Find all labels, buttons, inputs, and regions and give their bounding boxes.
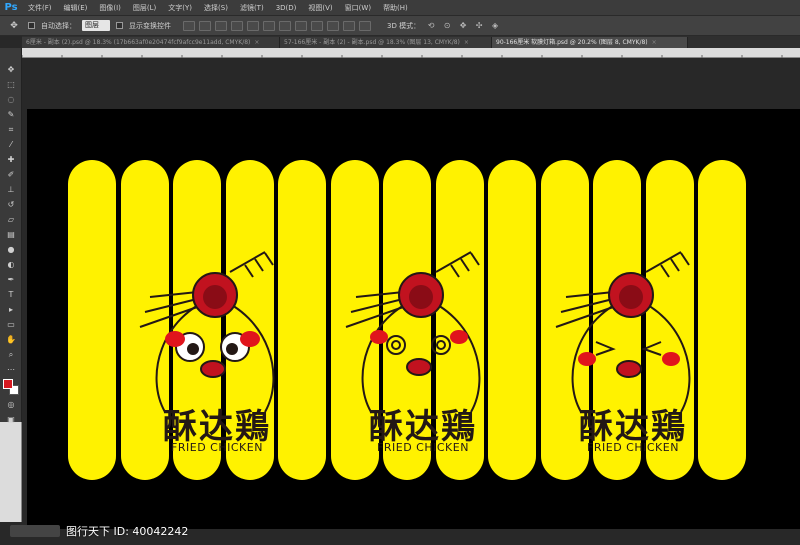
quick-mask-icon[interactable]: ◎ bbox=[0, 397, 22, 412]
watermark-logo bbox=[10, 525, 60, 537]
close-icon[interactable]: × bbox=[464, 37, 469, 48]
history-brush-tool-icon[interactable]: ↺ bbox=[0, 197, 22, 212]
scale-3d-icon[interactable]: ◈ bbox=[490, 21, 500, 31]
auto-select-checkbox[interactable] bbox=[28, 22, 35, 29]
pen-tool-icon[interactable]: ✒ bbox=[0, 272, 22, 287]
shape-tool-icon[interactable]: ▭ bbox=[0, 317, 22, 332]
brush-tool-icon[interactable]: ✐ bbox=[0, 167, 22, 182]
menu-file[interactable]: 文件(F) bbox=[22, 0, 58, 16]
watermark-text: 图行天下 ID: 40042242 bbox=[66, 525, 189, 538]
menu-filter[interactable]: 滤镜(T) bbox=[234, 0, 270, 16]
tab-label: 6厘米 - 副本 (2).psd @ 18.3% (17b663af0e2047… bbox=[26, 39, 251, 46]
document-canvas[interactable]: 酥达鶏 FRIED CHICKEN 酥达鶏 FRIED CHICKEN 酥达鶏 … bbox=[27, 109, 800, 529]
type-tool-icon[interactable]: T bbox=[0, 287, 22, 302]
foreground-color-swatch[interactable] bbox=[3, 379, 13, 389]
brand-subtitle: FRIED CHICKEN bbox=[171, 441, 263, 454]
ruler-horizontal bbox=[21, 48, 800, 63]
tab-document-2[interactable]: 57-166厘米 - 副本 (2) - 副本.psd @ 18.3% (图层 1… bbox=[280, 37, 492, 48]
color-swatches[interactable] bbox=[0, 377, 22, 397]
auto-select-dropdown[interactable]: 图层 bbox=[82, 20, 110, 31]
eraser-tool-icon[interactable]: ▱ bbox=[0, 212, 22, 227]
close-icon[interactable]: × bbox=[254, 37, 259, 48]
blur-tool-icon[interactable]: ● bbox=[0, 242, 22, 257]
chicken-mascot bbox=[555, 251, 691, 413]
path-select-tool-icon[interactable]: ▸ bbox=[0, 302, 22, 317]
marquee-tool-icon[interactable]: ⬚ bbox=[0, 77, 22, 92]
healing-tool-icon[interactable]: ✚ bbox=[0, 152, 22, 167]
hand-tool-icon[interactable]: ✋ bbox=[0, 332, 22, 347]
tab-document-3[interactable]: 90-166厘米 软膜灯箱.psd @ 20.2% (图层 8, CMYK/8)… bbox=[492, 37, 688, 48]
distribute-left-button[interactable] bbox=[327, 20, 339, 31]
menu-help[interactable]: 帮助(H) bbox=[377, 0, 414, 16]
close-icon[interactable]: × bbox=[652, 37, 657, 48]
chicken-mascot bbox=[139, 251, 275, 413]
distribute-hcenter-button[interactable] bbox=[343, 20, 355, 31]
tab-document-1[interactable]: 6厘米 - 副本 (2).psd @ 18.3% (17b663af0e2047… bbox=[22, 37, 280, 48]
menu-type[interactable]: 文字(Y) bbox=[162, 0, 198, 16]
tab-label: 90-166厘米 软膜灯箱.psd @ 20.2% (图层 8, CMYK/8) bbox=[496, 39, 648, 46]
align-vcenter-button[interactable] bbox=[199, 20, 211, 31]
roll-3d-icon[interactable]: ⊙ bbox=[442, 21, 452, 31]
chicken-mascot bbox=[345, 251, 481, 413]
options-bar: ✥ 自动选择： 图层 显示变换控件 3D 模式： ⟲ ⊙ ✥ ✣ ◈ bbox=[0, 16, 800, 36]
eyedropper-tool-icon[interactable]: ⁄ bbox=[0, 137, 22, 152]
menu-select[interactable]: 选择(S) bbox=[198, 0, 234, 16]
align-bottom-button[interactable] bbox=[215, 20, 227, 31]
menu-view[interactable]: 视图(V) bbox=[302, 0, 338, 16]
tab-label: 57-166厘米 - 副本 (2) - 副本.psd @ 18.3% (图层 1… bbox=[284, 39, 460, 46]
align-left-button[interactable] bbox=[231, 20, 243, 31]
show-transform-label: 显示变换控件 bbox=[129, 21, 171, 30]
distribute-bottom-button[interactable] bbox=[311, 20, 323, 31]
photoshop-logo: Ps bbox=[4, 2, 18, 13]
show-transform-checkbox[interactable] bbox=[116, 22, 123, 29]
more-tools-icon[interactable]: ⋯ bbox=[0, 362, 22, 377]
menu-image[interactable]: 图像(I) bbox=[93, 0, 127, 16]
tools-panel: ✥ ⬚ ◌ ✎ ⌗ ⁄ ✚ ✐ ⊥ ↺ ▱ ▤ ● ◐ ✒ T ▸ ▭ ✋ ⌕ … bbox=[0, 48, 22, 424]
align-top-button[interactable] bbox=[183, 20, 195, 31]
quick-select-tool-icon[interactable]: ✎ bbox=[0, 107, 22, 122]
menu-3d[interactable]: 3D(D) bbox=[270, 0, 303, 16]
screen-mode-icon[interactable]: ▣ bbox=[0, 412, 22, 427]
brand-subtitle: FRIED CHICKEN bbox=[377, 441, 469, 454]
menu-bar: Ps 文件(F) 编辑(E) 图像(I) 图层(L) 文字(Y) 选择(S) 滤… bbox=[0, 0, 800, 16]
menu-window[interactable]: 窗口(W) bbox=[339, 0, 377, 16]
gradient-tool-icon[interactable]: ▤ bbox=[0, 227, 22, 242]
stamp-tool-icon[interactable]: ⊥ bbox=[0, 182, 22, 197]
mode-3d-label: 3D 模式： bbox=[387, 21, 421, 30]
crop-tool-icon[interactable]: ⌗ bbox=[0, 122, 22, 137]
yellow-stick bbox=[68, 160, 116, 480]
menu-edit[interactable]: 编辑(E) bbox=[58, 0, 94, 16]
align-hcenter-button[interactable] bbox=[247, 20, 259, 31]
auto-select-label: 自动选择： bbox=[41, 21, 76, 30]
align-buttons bbox=[183, 20, 371, 31]
rotate-3d-icon[interactable]: ⟲ bbox=[426, 21, 436, 31]
distribute-top-button[interactable] bbox=[279, 20, 291, 31]
zoom-tool-icon[interactable]: ⌕ bbox=[0, 347, 22, 362]
distribute-vcenter-button[interactable] bbox=[295, 20, 307, 31]
dodge-tool-icon[interactable]: ◐ bbox=[0, 257, 22, 272]
brand-subtitle: FRIED CHICKEN bbox=[587, 441, 679, 454]
move-tool-icon[interactable]: ✥ bbox=[6, 19, 22, 33]
menu-layer[interactable]: 图层(L) bbox=[127, 0, 162, 16]
move-tool-icon[interactable]: ✥ bbox=[0, 62, 22, 77]
ruler-vertical bbox=[0, 422, 22, 522]
slide-3d-icon[interactable]: ✣ bbox=[474, 21, 484, 31]
pan-3d-icon[interactable]: ✥ bbox=[458, 21, 468, 31]
align-right-button[interactable] bbox=[263, 20, 275, 31]
watermark: 图行天下 ID: 40042242 bbox=[10, 522, 350, 540]
document-tabs: 6厘米 - 副本 (2).psd @ 18.3% (17b663af0e2047… bbox=[22, 36, 800, 48]
lasso-tool-icon[interactable]: ◌ bbox=[0, 92, 22, 107]
distribute-right-button[interactable] bbox=[359, 20, 371, 31]
